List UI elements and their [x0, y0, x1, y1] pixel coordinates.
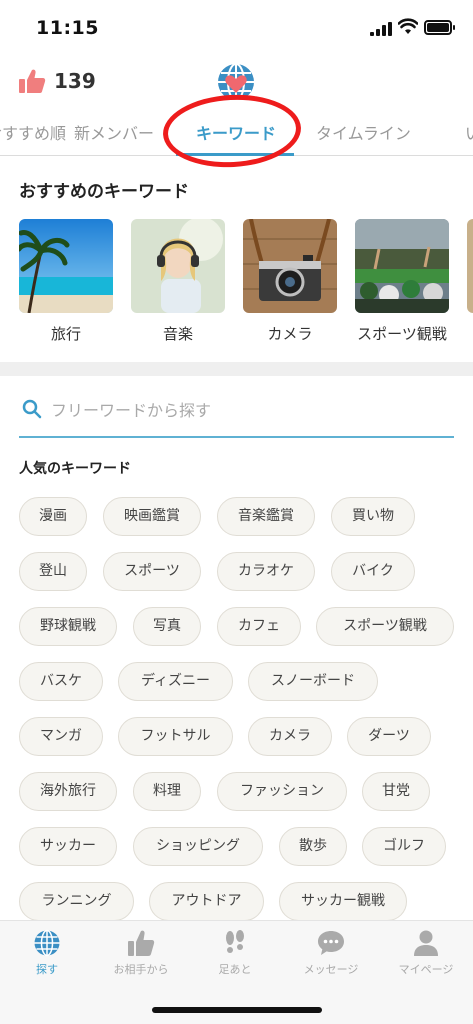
recommended-item-camera[interactable]: カメラ	[243, 219, 337, 344]
keyword-chip[interactable]: 野球観戦	[19, 607, 117, 646]
keyword-chip[interactable]: マンガ	[19, 717, 103, 756]
recommended-item-partial[interactable]	[467, 219, 473, 313]
home-indicator	[152, 1007, 322, 1013]
recommended-item-label: スポーツ観戦	[357, 325, 447, 343]
nav-item-messages[interactable]: メッセージ	[284, 929, 378, 977]
keyword-chip[interactable]: 料理	[133, 772, 201, 811]
camera-thumbnail	[243, 219, 337, 313]
recommended-keywords-carousel[interactable]: 旅行 音楽 カメラ スポーツ観戦	[0, 219, 473, 349]
recommended-item-label: 音楽	[162, 325, 193, 343]
recommended-item-label: カメラ	[267, 325, 313, 343]
nav-item-likes-received[interactable]: お相手から	[94, 929, 188, 977]
person-icon	[414, 930, 438, 956]
wifi-icon	[398, 18, 418, 34]
section-divider	[0, 362, 473, 376]
keyword-chip[interactable]: ダーツ	[347, 717, 431, 756]
stadium-thumbnail	[355, 219, 449, 313]
like-counter[interactable]: 139	[18, 68, 96, 94]
keyword-chip[interactable]: サッカー観戦	[279, 882, 407, 921]
tab-overflow[interactable]: い	[465, 120, 473, 144]
keyword-chip[interactable]: カメラ	[248, 717, 332, 756]
recommended-item-label: 旅行	[50, 325, 81, 343]
partial-thumbnail	[467, 219, 473, 313]
search-icon	[22, 399, 42, 419]
popular-keywords-title: 人気のキーワード	[19, 461, 131, 477]
nav-label: 探す	[36, 963, 58, 976]
thumbs-up-icon	[128, 930, 155, 956]
keyword-chip[interactable]: 甘党	[362, 772, 430, 811]
keyword-chip[interactable]: スノーボード	[248, 662, 378, 701]
keyword-chip[interactable]: 海外旅行	[19, 772, 117, 811]
chat-bubble-icon	[318, 931, 344, 955]
keyword-chip[interactable]: カラオケ	[217, 552, 315, 591]
battery-icon	[424, 20, 455, 35]
tab-new-members[interactable]: 新メンバー	[74, 120, 154, 144]
keyword-chip[interactable]: 登山	[19, 552, 87, 591]
status-bar: 11:15	[0, 0, 473, 58]
keyword-chip[interactable]: ランニング	[19, 882, 134, 921]
keyword-chip[interactable]: サッカー	[19, 827, 117, 866]
thumbs-up-icon	[19, 69, 46, 93]
keyword-chip[interactable]: バイク	[331, 552, 415, 591]
keyword-chip[interactable]: カフェ	[217, 607, 301, 646]
keyword-chip[interactable]: アウトドア	[149, 882, 264, 921]
recommended-item-music[interactable]: 音楽	[131, 219, 225, 344]
globe-icon	[34, 929, 60, 957]
nav-item-my-page[interactable]: マイページ	[379, 929, 473, 977]
search-input[interactable]	[51, 396, 441, 424]
keyword-chip[interactable]: バスケ	[19, 662, 103, 701]
keyword-chip[interactable]: ディズニー	[118, 662, 233, 701]
status-time: 11:15	[36, 17, 99, 39]
travel-thumbnail	[19, 219, 113, 313]
keyword-chip[interactable]: 音楽鑑賞	[217, 497, 315, 536]
recommended-item-sports-watching[interactable]: スポーツ観戦	[355, 219, 449, 344]
music-thumbnail	[131, 219, 225, 313]
keyword-chip[interactable]: 散歩	[279, 827, 347, 866]
like-count: 139	[54, 69, 96, 93]
nav-label: 足あと	[218, 963, 252, 976]
keyword-chip[interactable]: 買い物	[331, 497, 415, 536]
keyword-search[interactable]	[19, 394, 454, 438]
keyword-chip[interactable]: スポーツ	[103, 552, 201, 591]
footprints-icon	[226, 930, 244, 953]
nav-item-footprints[interactable]: 足あと	[188, 929, 282, 977]
keyword-chip[interactable]: フットサル	[118, 717, 233, 756]
keyword-chip[interactable]: 漫画	[19, 497, 87, 536]
keyword-chip[interactable]: ファッション	[217, 772, 347, 811]
nav-label: メッセージ	[303, 963, 359, 976]
cellular-signal-icon	[370, 22, 392, 36]
keyword-chip[interactable]: スポーツ観戦	[316, 607, 454, 646]
recommended-item-travel[interactable]: 旅行	[19, 219, 113, 344]
keyword-chip[interactable]: 写真	[133, 607, 201, 646]
tab-recommended[interactable]: おすすめ順	[0, 120, 66, 144]
nav-label: マイページ	[398, 963, 454, 976]
recommended-keywords-title: おすすめのキーワード	[19, 182, 189, 202]
nav-label: お相手から	[113, 963, 169, 976]
keyword-chip[interactable]: ショッピング	[133, 827, 263, 866]
keyword-chip[interactable]: 映画鑑賞	[103, 497, 201, 536]
keyword-chip[interactable]: ゴルフ	[362, 827, 446, 866]
nav-item-search[interactable]: 探す	[0, 929, 94, 977]
tab-timeline[interactable]: タイムライン	[316, 120, 411, 144]
